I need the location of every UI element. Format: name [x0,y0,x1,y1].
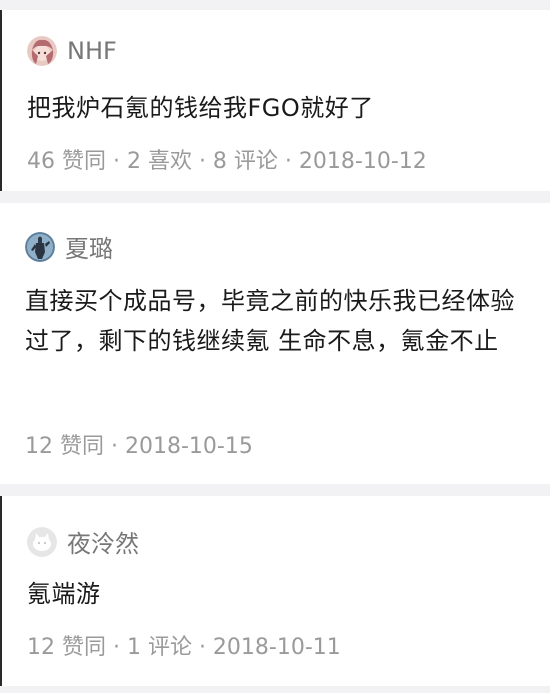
comment-feed: NHF 把我炉石氪的钱给我FGO就好了 46 赞同 · 2 喜欢 · 8 评论 … [0,0,550,693]
author-name[interactable]: 夜泠然 [67,524,139,559]
comment-meta: 12 赞同 · 2018-10-15 [25,434,253,459]
avatar[interactable] [27,526,57,557]
comment-meta: 12 赞同 · 1 评论 · 2018-10-11 [27,635,341,660]
comment-text: 把我炉石氪的钱给我FGO就好了 [27,94,374,122]
comment-author[interactable]: NHF [27,36,117,66]
comment-meta: 46 赞同 · 2 喜欢 · 8 评论 · 2018-10-12 [27,149,427,174]
comment-card[interactable]: 夜泠然 氪端游 12 赞同 · 1 评论 · 2018-10-11 [0,496,550,686]
comment-author[interactable]: 夏璐 [25,229,113,264]
comment-card[interactable]: NHF 把我炉石氪的钱给我FGO就好了 46 赞同 · 2 喜欢 · 8 评论 … [0,10,550,191]
author-name[interactable]: NHF [67,37,117,65]
avatar[interactable] [25,231,55,262]
author-name[interactable]: 夏璐 [65,229,113,264]
comment-author[interactable]: 夜泠然 [27,524,139,559]
comment-text: 直接买个成品号，毕竟之前的快乐我已经体验过了，剩下的钱继续氪 生命不息，氪金不止 [25,287,515,355]
avatar[interactable] [27,36,57,66]
comment-text: 氪端游 [27,580,101,608]
comment-card[interactable]: 夏璐 直接买个成品号，毕竟之前的快乐我已经体验过了，剩下的钱继续氪 生命不息，氪… [0,203,550,484]
